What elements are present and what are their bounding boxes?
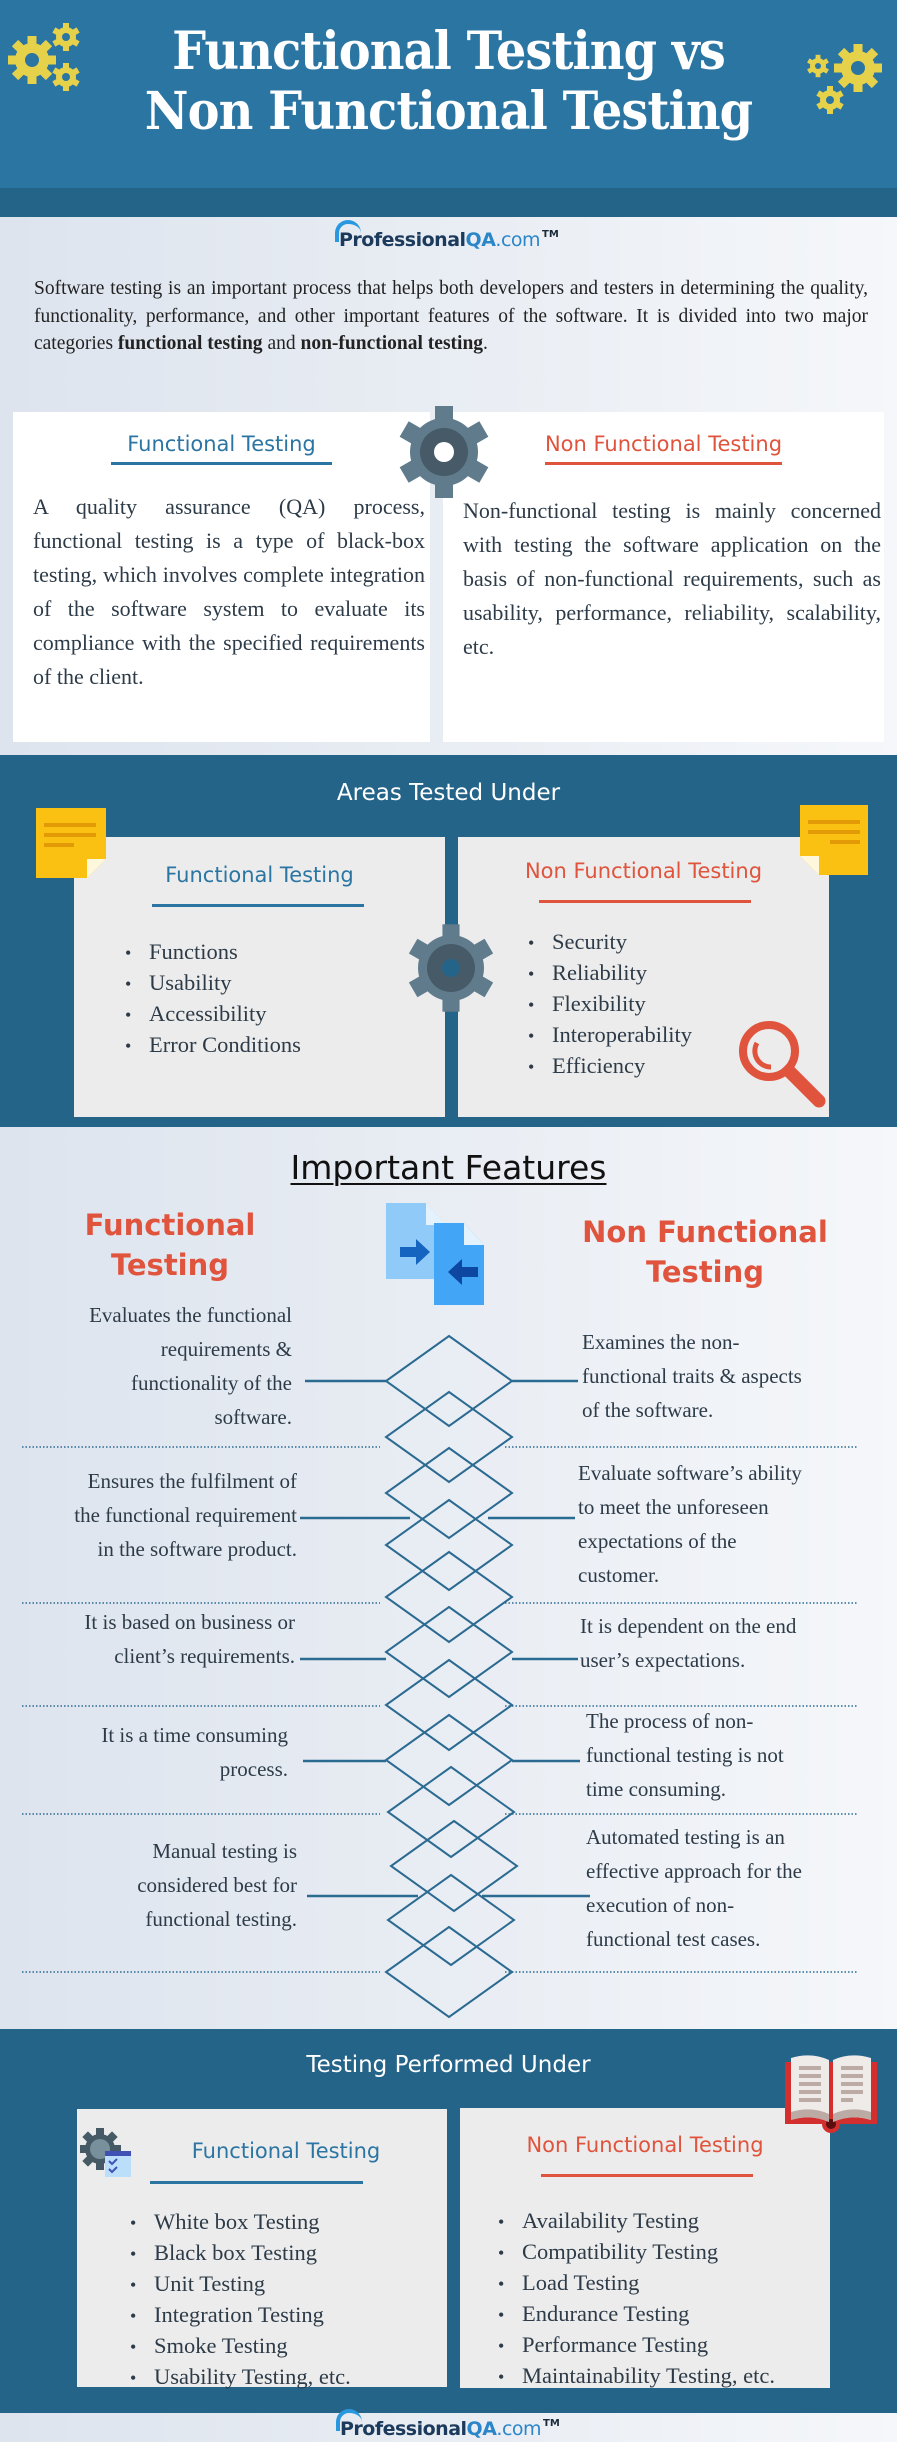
list-item: Functions [125,937,301,968]
list-item: Endurance Testing [498,2299,775,2330]
title-line-2: Non Functional Testing [144,81,753,142]
list-item: Error Conditions [125,1030,301,1061]
areas-non-functional-list: Security Reliability Flexibility Interop… [528,927,692,1082]
header-banner: Functional Testing vs Non Functional Tes… [0,0,897,188]
title-line-1: Functional Testing vs [172,21,726,82]
list-item: Usability [125,968,301,999]
list-item: Compatibility Testing [498,2237,775,2268]
gear-icon [399,406,489,498]
logo-arc-icon [335,220,361,242]
brand-logo[interactable]: ProfessionalQA.com TM [335,220,559,251]
list-item: Smoke Testing [130,2331,351,2362]
list-item: Performance Testing [498,2330,775,2361]
non-functional-definition-title: Non Functional Testing [443,432,884,465]
title-underline [541,2174,753,2177]
trademark: TM [542,229,559,240]
testing-section: Testing Performed Under Functional Testi… [0,2029,897,2413]
open-book-icon [785,2055,877,2133]
diamond-shape [384,1550,514,1644]
areas-title: Areas Tested Under [336,780,561,806]
areas-functional-list: Functions Usability Accessibility Error … [125,937,301,1061]
sticky-note-icon [800,805,868,875]
list-item: Availability Testing [498,2206,775,2237]
header-band [0,188,897,217]
list-item: Unit Testing [130,2269,351,2300]
features-non-functional-heading: Non Functional Testing [582,1215,828,1289]
diamond-shape [384,1925,514,2019]
page-title: Functional Testing vs Non Functional Tes… [36,22,861,142]
testing-title: Testing Performed Under [306,2052,591,2078]
brand-logo[interactable]: ProfessionalQA.com TM [336,2409,560,2440]
list-item: Black box Testing [130,2238,351,2269]
list-item: Flexibility [528,989,692,1020]
functional-definition-text: A quality assurance (QA) process, functi… [33,494,425,689]
logo-arc-icon [336,2409,362,2431]
diamond-shape [386,1873,516,1967]
non-functional-definition-card: Non Functional Testing Non-functional te… [443,412,884,742]
testing-functional-list: White box Testing Black box Testing Unit… [130,2207,351,2393]
functional-definition-title: Functional Testing [13,432,430,465]
testing-non-functional-list: Availability Testing Compatibility Testi… [498,2206,775,2392]
areas-functional-title: Functional Testing [165,863,354,887]
testing-non-functional-panel: Non Functional Testing Availability Test… [460,2108,830,2388]
list-item: Security [528,927,692,958]
compare-documents-icon [386,1203,484,1305]
features-functional-heading: Functional Testing [84,1208,256,1282]
testing-functional-title: Functional Testing [191,2139,381,2163]
feature-non-functional-5: Automated testing is an effective approac… [586,1825,802,1951]
gear-icon [408,924,494,1012]
list-item: Interoperability [528,1020,692,1051]
features-title: Important Features [290,1148,607,1187]
feature-functional-2: Ensures the fulfilment of the functional … [74,1469,297,1561]
list-item: Maintainability Testing, etc. [498,2361,775,2392]
diamond-shape [389,1819,519,1913]
title-underline [150,2181,363,2184]
list-item: Integration Testing [130,2300,351,2331]
brand-name: ProfessionalQA.com [336,2409,542,2440]
trademark: TM [543,2418,560,2429]
title-underline [152,904,364,907]
feature-non-functional-2: Evaluate software’s ability to meet the u… [578,1461,802,1587]
diamond-shape [386,1765,516,1859]
list-item: Usability Testing, etc. [130,2362,351,2393]
brand-name: ProfessionalQA.com [335,220,541,251]
list-item: Accessibility [125,999,301,1030]
areas-section: Areas Tested Under Functional Testing Fu… [0,755,897,1127]
footer: ProfessionalQA.com TM [0,2409,897,2442]
diamond-shape [384,1605,514,1699]
feature-non-functional-4: The process of non-functional testing is… [586,1709,784,1801]
diamond-shape [384,1498,514,1592]
diamond-shape [384,1658,514,1752]
intro-paragraph: Software testing is an important process… [34,278,868,354]
feature-functional-5: Manual testing is considered best for func… [137,1839,297,1931]
areas-functional-panel: Functional Testing Functions Usability A… [74,837,445,1117]
areas-non-functional-title: Non Functional Testing [524,859,763,883]
magnifier-icon [739,1021,826,1108]
feature-functional-3: It is based on business or client’s requi… [84,1610,295,1668]
list-item: Efficiency [528,1051,692,1082]
functional-definition-card: Functional Testing A quality assurance (… [13,412,430,742]
diamond-shape [384,1334,514,1428]
feature-functional-4: It is a time consuming process. [101,1723,288,1781]
diamond-shape [384,1390,514,1484]
list-item: Load Testing [498,2268,775,2299]
non-functional-definition-text: Non-functional testing is mainly concern… [463,498,881,659]
diamond-shape [384,1446,514,1540]
feature-functional-1: Evaluates the functional requirements & fu… [89,1303,292,1429]
diamond-shape [384,1713,514,1807]
sticky-note-icon [36,808,106,878]
testing-non-functional-title: Non Functional Testing [526,2133,764,2157]
feature-non-functional-1: Examines the non-functional traits & asp… [582,1330,802,1422]
title-underline [539,900,751,903]
gears-icon [807,44,882,114]
list-item: White box Testing [130,2207,351,2238]
testing-functional-panel: Functional Testing White box Testing Bla… [77,2109,447,2389]
feature-non-functional-3: It is dependent on the end user’s expecta… [580,1614,797,1672]
list-item: Reliability [528,958,692,989]
